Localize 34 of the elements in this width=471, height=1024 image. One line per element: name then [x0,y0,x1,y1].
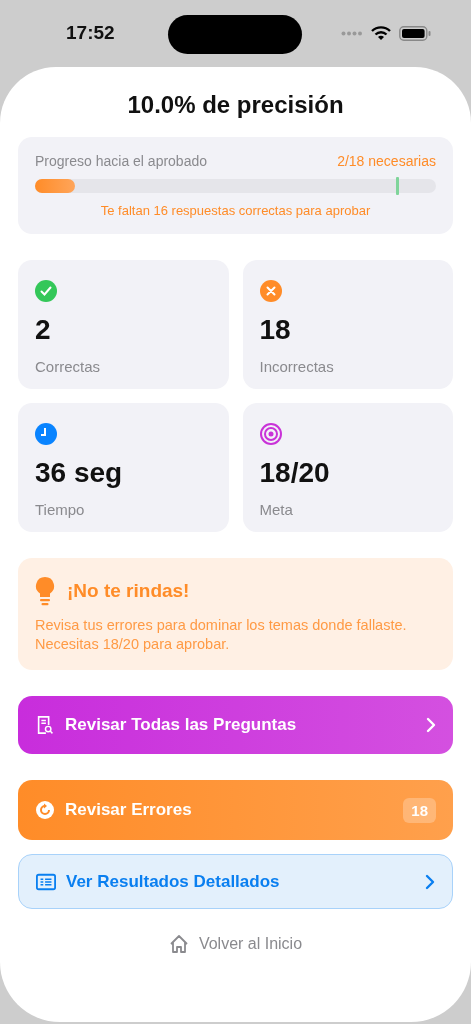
review-all-button[interactable]: Revisar Todas las Preguntas [18,696,453,754]
progress-label: Progreso hacia el aprobado [35,153,207,169]
battery-icon [399,26,431,41]
stat-value: 18/20 [259,457,331,489]
lightbulb-icon [35,576,55,606]
chevron-right-icon [425,873,435,890]
stat-label: Meta [259,501,294,518]
stat-value: 18 [259,314,292,346]
accuracy-title: 10.0% de precisión [126,91,345,119]
progress-hint: Te faltan 16 respuestas correctas para aprobar [99,203,372,218]
wifi-icon [371,26,391,41]
review-errors-button[interactable]: Revisar Errores 18 [18,780,453,840]
signal-icon [341,31,363,36]
tip-title: ¡No te rindas! [67,580,190,602]
list-icon [36,871,56,892]
stat-label: Tiempo [35,501,86,518]
stat-value: 36 seg [35,457,124,489]
home-link[interactable]: Volver al Inicio [162,933,309,955]
count-badge: 18 [403,797,436,823]
stat-label: Incorrectas [259,358,335,375]
home-icon [168,934,189,954]
close-icon [259,280,282,302]
progress-count: 2/18 necesarias [337,153,436,169]
document-search-icon [35,715,55,735]
stat-label: Correctas [35,358,102,375]
tip-text: Revisa tus errores para dominar los temas donde fallaste. Necesitas 18/20 para aprobar. [35,616,408,654]
details-button[interactable]: Ver Resultados Detallados [18,854,453,909]
stat-value: 2 [35,314,52,346]
clock-icon [35,423,57,445]
target-icon [259,423,282,445]
check-icon [35,280,57,302]
chevron-right-icon [426,717,436,733]
status-time: 17:52 [66,21,115,44]
refresh-icon [35,800,55,820]
